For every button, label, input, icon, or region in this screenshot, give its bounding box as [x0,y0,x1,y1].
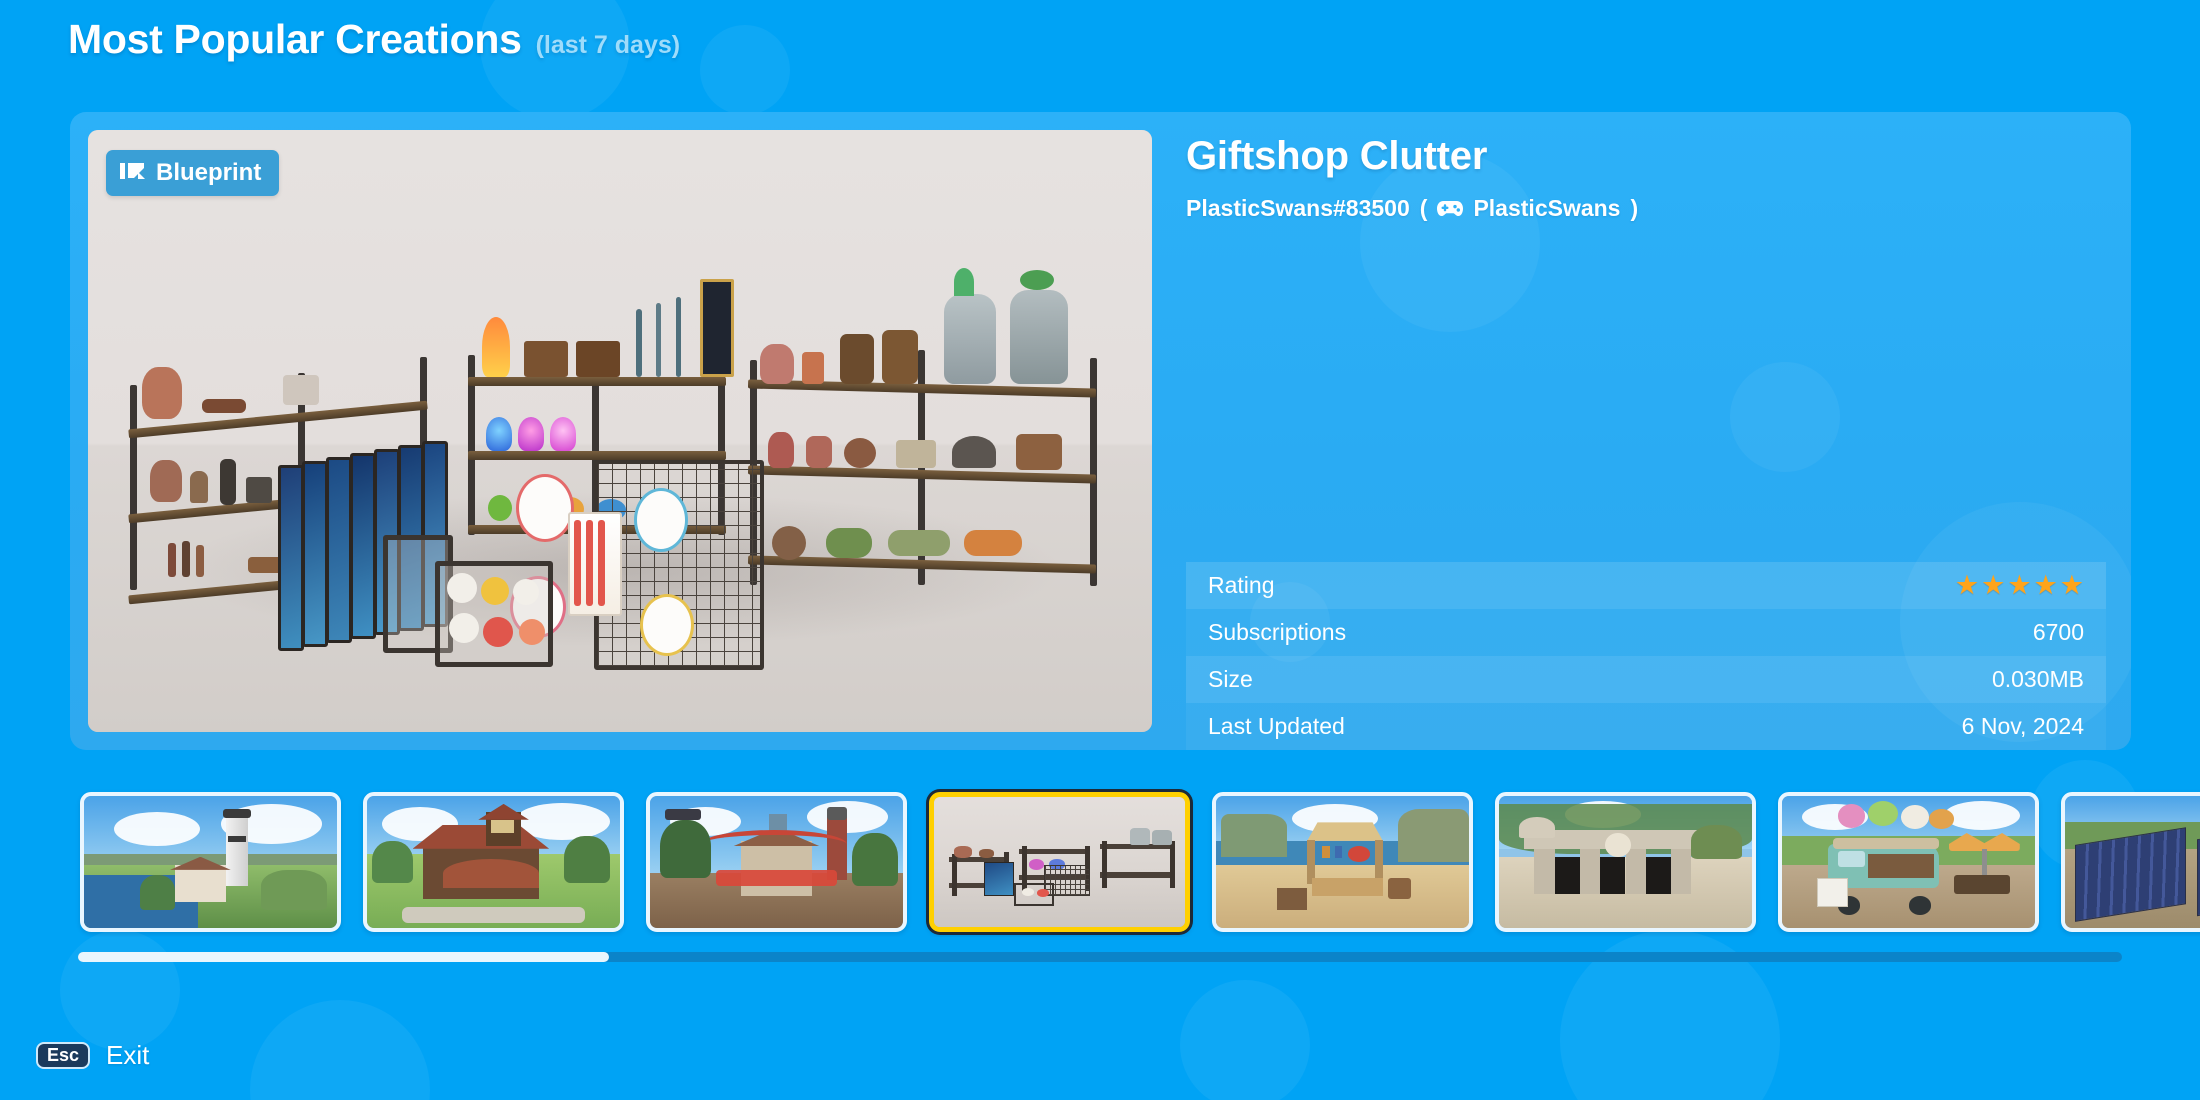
thumbnail-giftshop-clutter[interactable] [929,792,1190,932]
background-bokeh [1180,980,1310,1100]
stat-row-last-updated: Last Updated 6 Nov, 2024 [1186,703,2106,750]
thumbnail-image [1499,796,1752,928]
creation-author: PlasticSwans#83500 ( PlasticSwans ) [1186,195,2106,222]
background-bokeh [250,1000,430,1100]
thumbnail-image [934,797,1185,927]
thumbnail-image [650,796,903,928]
creation-info: Giftshop Clutter PlasticSwans#83500 ( Pl… [1186,134,2106,222]
card-bokeh [1730,362,1840,472]
thumbnail-lighthouse-cottage[interactable] [80,792,341,932]
thumbnail-image [1782,796,2035,928]
thumbnail-image [2065,796,2200,928]
background-bokeh [700,25,790,115]
stat-label: Last Updated [1208,713,1345,739]
author-open-paren: ( [1419,195,1428,221]
page-subtitle: (last 7 days) [535,31,681,59]
page-header: Most Popular Creations (last 7 days) [68,16,680,63]
thumbnail-strip-scrollbar[interactable] [78,952,2122,962]
stat-value: 0.030MB [1991,666,2084,692]
thumbnail-greek-temple[interactable] [1495,792,1756,932]
author-id: PlasticSwans#83500 [1186,195,1410,221]
thumbnail-beach-tiki-stall[interactable] [1212,792,1473,932]
blueprint-label: Blueprint [156,159,262,186]
shelf-right [747,268,1098,586]
stat-label: Subscriptions [1208,619,1347,645]
thumbnail-solar-panels[interactable] [2061,792,2200,932]
scrollbar-thumb[interactable] [78,952,610,962]
creation-title: Giftshop Clutter [1186,134,1488,178]
creation-stats-table: Rating ★ ★ ★ ★ ★ Subscriptions 6700 Size… [1186,562,2106,750]
featured-creation-card: Blueprint Giftshop Clutter PlasticSwans#… [70,112,2131,750]
gamepad-icon [1436,199,1464,218]
stat-value: 6700 [2032,619,2084,645]
plush-crates [383,535,583,667]
exit-label[interactable]: Exit [106,1040,149,1071]
blueprint-badge: Blueprint [106,150,280,196]
thumbnail-food-truck-balloons[interactable] [1778,792,2039,932]
thumbnail-image [1216,796,1469,928]
star-icon: ★ [2033,570,2058,600]
esc-key-badge: Esc [36,1042,91,1069]
creation-preview-image[interactable]: Blueprint [88,130,1152,732]
author-name: PlasticSwans [1473,195,1621,221]
footer-hint: Esc Exit [36,1040,149,1071]
star-icon: ★ [1954,570,1980,600]
star-icon: ★ [1981,570,2006,600]
stat-row-rating: Rating ★ ★ ★ ★ ★ [1186,562,2106,609]
star-icon: ★ [2007,570,2032,600]
rating-stars: ★ ★ ★ ★ ★ [1955,572,2084,599]
stat-row-subscriptions: Subscriptions 6700 [1186,609,2106,656]
stat-label: Size [1208,666,1253,692]
creation-thumbnail-strip[interactable] [0,787,2200,937]
thumbnail-image [367,796,620,928]
thumbnail-accelerator-coaster[interactable] [646,792,907,932]
thumbnail-timber-manor[interactable] [363,792,624,932]
stat-row-size: Size 0.030MB [1186,656,2106,703]
page-title: Most Popular Creations [68,16,522,62]
stat-label: Rating [1208,572,1275,598]
stat-value: 6 Nov, 2024 [1961,713,2084,739]
blueprint-icon [120,161,146,185]
thumbnail-image [84,796,337,928]
star-icon: ★ [2059,570,2084,600]
author-close-paren: ) [1630,195,1639,221]
preview-scene [88,130,1152,732]
background-bokeh [60,930,180,1050]
